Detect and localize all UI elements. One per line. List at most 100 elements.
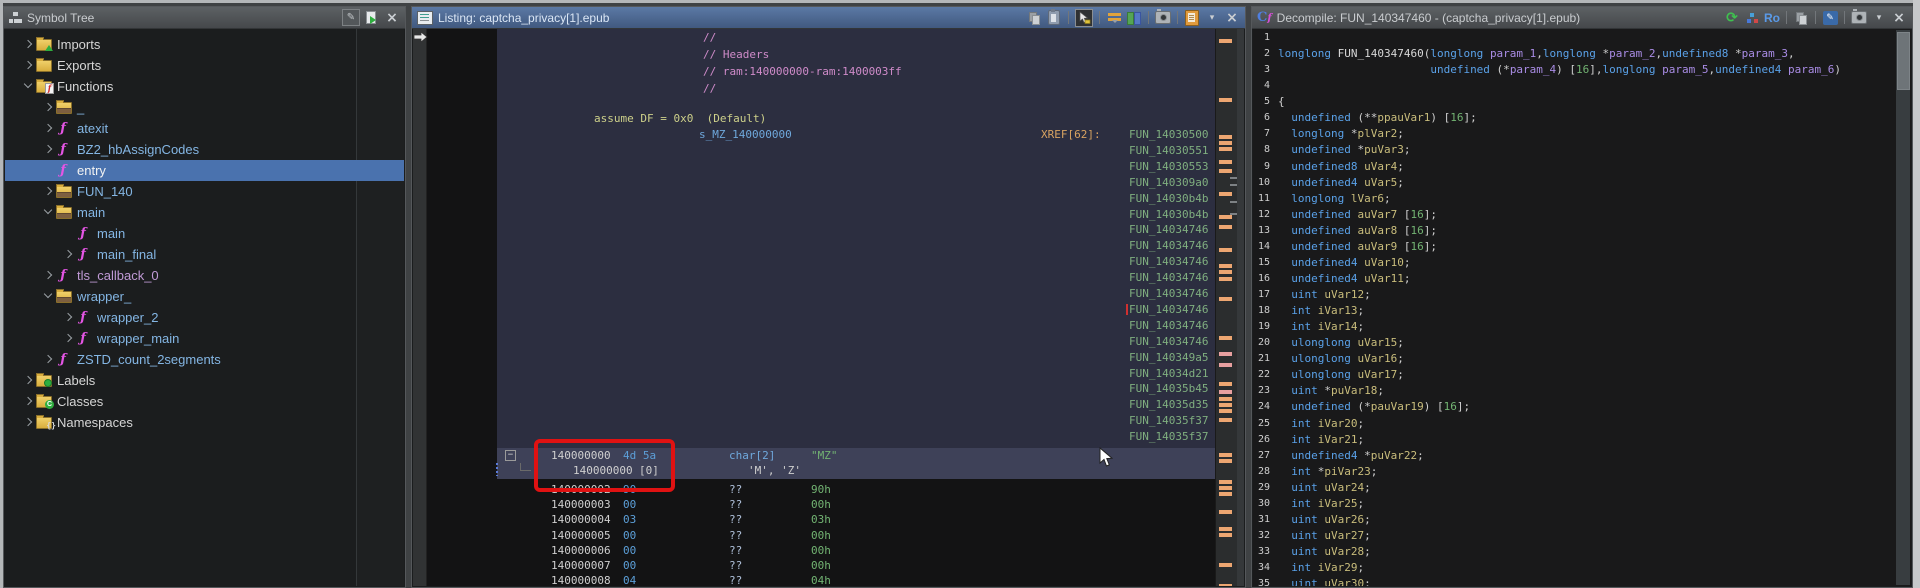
row-bytes[interactable]: 00 xyxy=(623,543,636,559)
sidebar-item-_[interactable]: _ xyxy=(5,97,404,118)
code-line[interactable]: uint uVar27; xyxy=(1278,528,1893,544)
sidebar-item-zstd_count_2segments[interactable]: ƒZSTD_count_2segments xyxy=(5,349,404,370)
collapse-toggle[interactable]: − xyxy=(505,450,516,461)
refresh-icon[interactable]: ⟳ xyxy=(1724,10,1740,26)
code-line[interactable]: longlong *plVar2; xyxy=(1278,126,1893,142)
row-address[interactable]: 140000006 xyxy=(551,543,611,559)
row-mnemonic[interactable]: ?? xyxy=(729,528,742,544)
code-line[interactable]: undefined (*pauVar19) [16]; xyxy=(1278,399,1893,415)
sidebar-item-tls_callback_0[interactable]: ƒtls_callback_0 xyxy=(5,265,404,286)
row-bytes[interactable]: 00 xyxy=(623,497,636,513)
close-icon[interactable]: × xyxy=(1891,10,1907,26)
row-mnemonic[interactable]: ?? xyxy=(729,512,742,528)
code-line[interactable]: longlong FUN_140347460(longlong param_1,… xyxy=(1278,46,1893,62)
code-line[interactable]: uint uVar28; xyxy=(1278,544,1893,560)
xref-link[interactable]: FUN_140347460 xyxy=(1129,334,1209,350)
row-value[interactable]: "MZ" xyxy=(811,448,838,464)
sidebar-item-imports[interactable]: Imports xyxy=(5,34,404,55)
xref-link[interactable]: FUN_14035b450 xyxy=(1129,381,1209,397)
sidebar-item-entry[interactable]: ƒentry xyxy=(5,160,404,181)
snapshot-icon[interactable] xyxy=(1155,10,1171,26)
cursor-location-icon[interactable] xyxy=(1075,9,1093,27)
expander-collapsed-icon[interactable] xyxy=(21,394,36,409)
sidebar-item-fun_140[interactable]: FUN_140 xyxy=(5,181,404,202)
row-datatype[interactable]: char[2] xyxy=(729,448,775,464)
row-operand[interactable]: 90h xyxy=(811,482,831,498)
expander-collapsed-icon[interactable] xyxy=(41,121,56,136)
code-line[interactable]: int iVar14; xyxy=(1278,319,1893,335)
decompile-titlebar[interactable]: Cf Decompile: FUN_140347460 - (captcha_p… xyxy=(1252,7,1912,29)
code-line[interactable]: uint uVar30; xyxy=(1278,576,1893,586)
sidebar-item-classes[interactable]: CClasses xyxy=(5,391,404,412)
code-line[interactable]: undefined *puVar3; xyxy=(1278,142,1893,158)
symbol-tree-content[interactable]: ImportsExportsfFunctions_ƒatexitƒBZ2_hbA… xyxy=(5,29,404,586)
sidebar-item-wrapper_2[interactable]: ƒwrapper_2 xyxy=(5,307,404,328)
xref-link[interactable]: FUN_140305510 xyxy=(1129,143,1209,159)
row-operand[interactable]: 00h xyxy=(811,543,831,559)
row-bytes[interactable]: 00 xyxy=(623,528,636,544)
row-bytes[interactable]: 03 xyxy=(623,512,636,528)
xref-link[interactable]: FUN_140347460 xyxy=(1129,222,1209,238)
expander-collapsed-icon[interactable] xyxy=(21,415,36,430)
listing-comment[interactable]: // Headers xyxy=(703,47,769,63)
row-operand[interactable]: 04h xyxy=(811,573,831,586)
code-line[interactable]: uint uVar26; xyxy=(1278,512,1893,528)
code-line[interactable]: undefined auVar8 [16]; xyxy=(1278,223,1893,239)
row-operand[interactable]: 00h xyxy=(811,497,831,513)
row-mnemonic[interactable]: ?? xyxy=(729,482,742,498)
dropdown-caret-icon[interactable]: ▾ xyxy=(1204,10,1220,26)
expander-collapsed-icon[interactable] xyxy=(21,58,36,73)
marker-margin[interactable] xyxy=(1215,29,1238,586)
listing-options-icon[interactable] xyxy=(1184,10,1200,26)
row-address[interactable]: 140000007 xyxy=(551,558,611,574)
row-value[interactable]: 'M', 'Z' xyxy=(748,463,801,479)
expander-collapsed-icon[interactable] xyxy=(61,247,76,262)
xref-link[interactable]: FUN_14030b4b0 xyxy=(1129,191,1209,207)
listing-titlebar[interactable]: Listing: captcha_privacy[1].epub ▾× xyxy=(412,7,1245,29)
snapshot-icon[interactable] xyxy=(1851,10,1867,26)
expander-collapsed-icon[interactable] xyxy=(21,373,36,388)
code-line[interactable]: int iVar21; xyxy=(1278,432,1893,448)
sidebar-item-main[interactable]: main xyxy=(5,202,404,223)
row-operand[interactable]: 00h xyxy=(811,558,831,574)
code-line[interactable]: uint *puVar18; xyxy=(1278,383,1893,399)
navigate-icon[interactable] xyxy=(364,10,380,26)
code-line[interactable]: undefined (*param_4) [16],longlong param… xyxy=(1278,62,1893,78)
expander-collapsed-icon[interactable] xyxy=(21,37,36,52)
code-line[interactable]: longlong lVar6; xyxy=(1278,191,1893,207)
row-mnemonic[interactable]: ?? xyxy=(729,573,742,586)
code-line[interactable]: { xyxy=(1278,94,1893,110)
edit-function-icon[interactable]: ✎ xyxy=(1822,10,1838,26)
code-line[interactable]: undefined4 uVar11; xyxy=(1278,271,1893,287)
rename-options-icon[interactable]: Ro xyxy=(1764,10,1780,26)
row-mnemonic[interactable]: ?? xyxy=(729,543,742,559)
code-line[interactable] xyxy=(1278,78,1893,94)
code-line[interactable]: uint uVar24; xyxy=(1278,480,1893,496)
assume-directive[interactable]: assume DF = 0x0 (Default) xyxy=(594,111,766,127)
listing-comment[interactable]: // xyxy=(703,30,716,46)
code-line[interactable]: ulonglong uVar15; xyxy=(1278,335,1893,351)
expander-collapsed-icon[interactable] xyxy=(41,100,56,115)
row-mnemonic[interactable]: ?? xyxy=(729,558,742,574)
code-line[interactable]: uint uVar12; xyxy=(1278,287,1893,303)
close-icon[interactable]: × xyxy=(384,10,400,26)
xref-link[interactable]: FUN_140347460 xyxy=(1129,270,1209,286)
code-line[interactable]: int iVar20; xyxy=(1278,416,1893,432)
decompile-scrollbar[interactable] xyxy=(1896,30,1910,585)
row-operand[interactable]: 00h xyxy=(811,528,831,544)
xref-link[interactable]: FUN_140349a50 xyxy=(1129,350,1209,366)
expander-expanded-icon[interactable] xyxy=(41,205,56,220)
sidebar-item-labels[interactable]: Labels xyxy=(5,370,404,391)
toggle-fields-icon[interactable] xyxy=(1106,10,1122,26)
copy-icon[interactable] xyxy=(1026,10,1042,26)
expander-collapsed-icon[interactable] xyxy=(41,184,56,199)
xref-link[interactable]: FUN_14035d350 xyxy=(1129,397,1209,413)
expander-expanded-icon[interactable] xyxy=(41,289,56,304)
sidebar-item-bz2_hbassigncodes[interactable]: ƒBZ2_hbAssignCodes xyxy=(5,139,404,160)
expander-collapsed-icon[interactable] xyxy=(41,268,56,283)
code-line[interactable]: ulonglong uVar17; xyxy=(1278,367,1893,383)
dropdown-caret-icon[interactable]: ▾ xyxy=(1871,10,1887,26)
code-line[interactable]: undefined auVar7 [16]; xyxy=(1278,207,1893,223)
row-mnemonic[interactable]: ?? xyxy=(729,497,742,513)
row-address[interactable]: 140000008 xyxy=(551,573,611,586)
